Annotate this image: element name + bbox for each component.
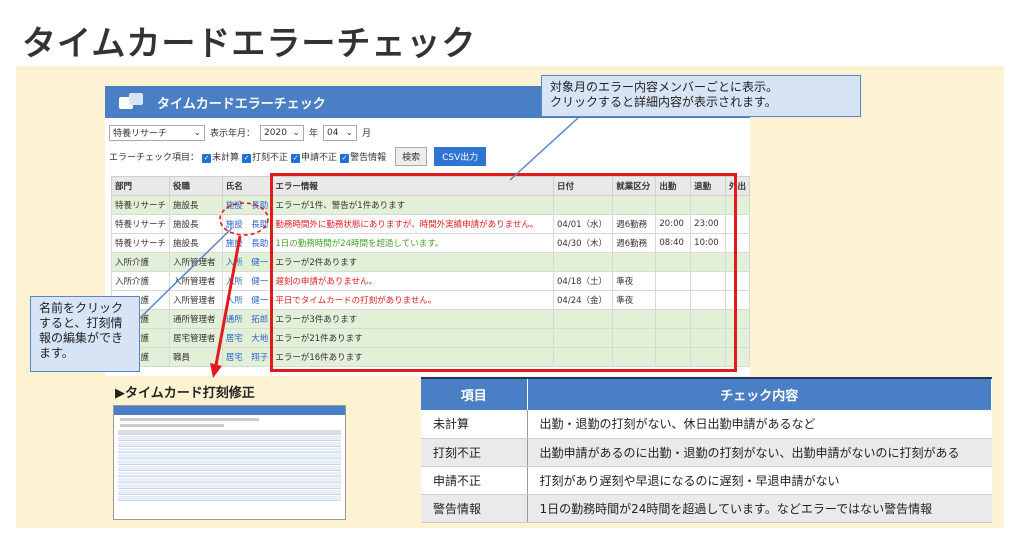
- col-header-item: 項目: [421, 377, 528, 410]
- check-table-header: 項目 チェック内容: [421, 377, 992, 410]
- check-row: 未計算 出勤・退勤の打刻がない、休日出勤申請があるなど: [421, 410, 992, 439]
- check-content: 打刻があり遅刻や早退になるのに遅刻・早退申請がない: [527, 466, 992, 495]
- check-content: 1日の勤務時間が24時間を超過しています。などエラーではない警告情報: [527, 494, 992, 523]
- callout-pointer-line: [139, 227, 233, 319]
- col-header-content: チェック内容: [527, 377, 992, 410]
- check-item: 申請不正: [421, 466, 528, 495]
- name-highlight-ellipse: [219, 202, 269, 236]
- subsection-title: ▶タイムカード打刻修正: [115, 386, 255, 401]
- check-row: 打刻不正 出勤申請があるのに出勤・退勤の打刻がない、出勤申請がないのに打刻がある: [421, 438, 992, 467]
- callout-pointer-line: [509, 117, 579, 181]
- check-row: 申請不正 打刻があり遅刻や早退になるのに遅刻・早退申請がない: [421, 466, 992, 495]
- red-arrow-line: [214, 235, 242, 366]
- check-item: 警告情報: [421, 494, 528, 523]
- check-row: 警告情報 1日の勤務時間が24時間を超過しています。などエラーではない警告情報: [421, 494, 992, 523]
- check-item: 未計算: [421, 410, 528, 439]
- timecard-edit-thumbnail: [113, 405, 346, 520]
- check-content-table: 項目 チェック内容 未計算 出勤・退勤の打刻がない、休日出勤申請があるなど 打刻…: [421, 377, 992, 523]
- check-content: 出勤・退勤の打刻がない、休日出勤申請があるなど: [527, 410, 992, 439]
- red-arrow-head: [210, 363, 222, 378]
- check-item: 打刻不正: [421, 438, 528, 467]
- check-content: 出勤申請があるのに出勤・退勤の打刻がない、出勤申請がないのに打刻がある: [527, 438, 992, 467]
